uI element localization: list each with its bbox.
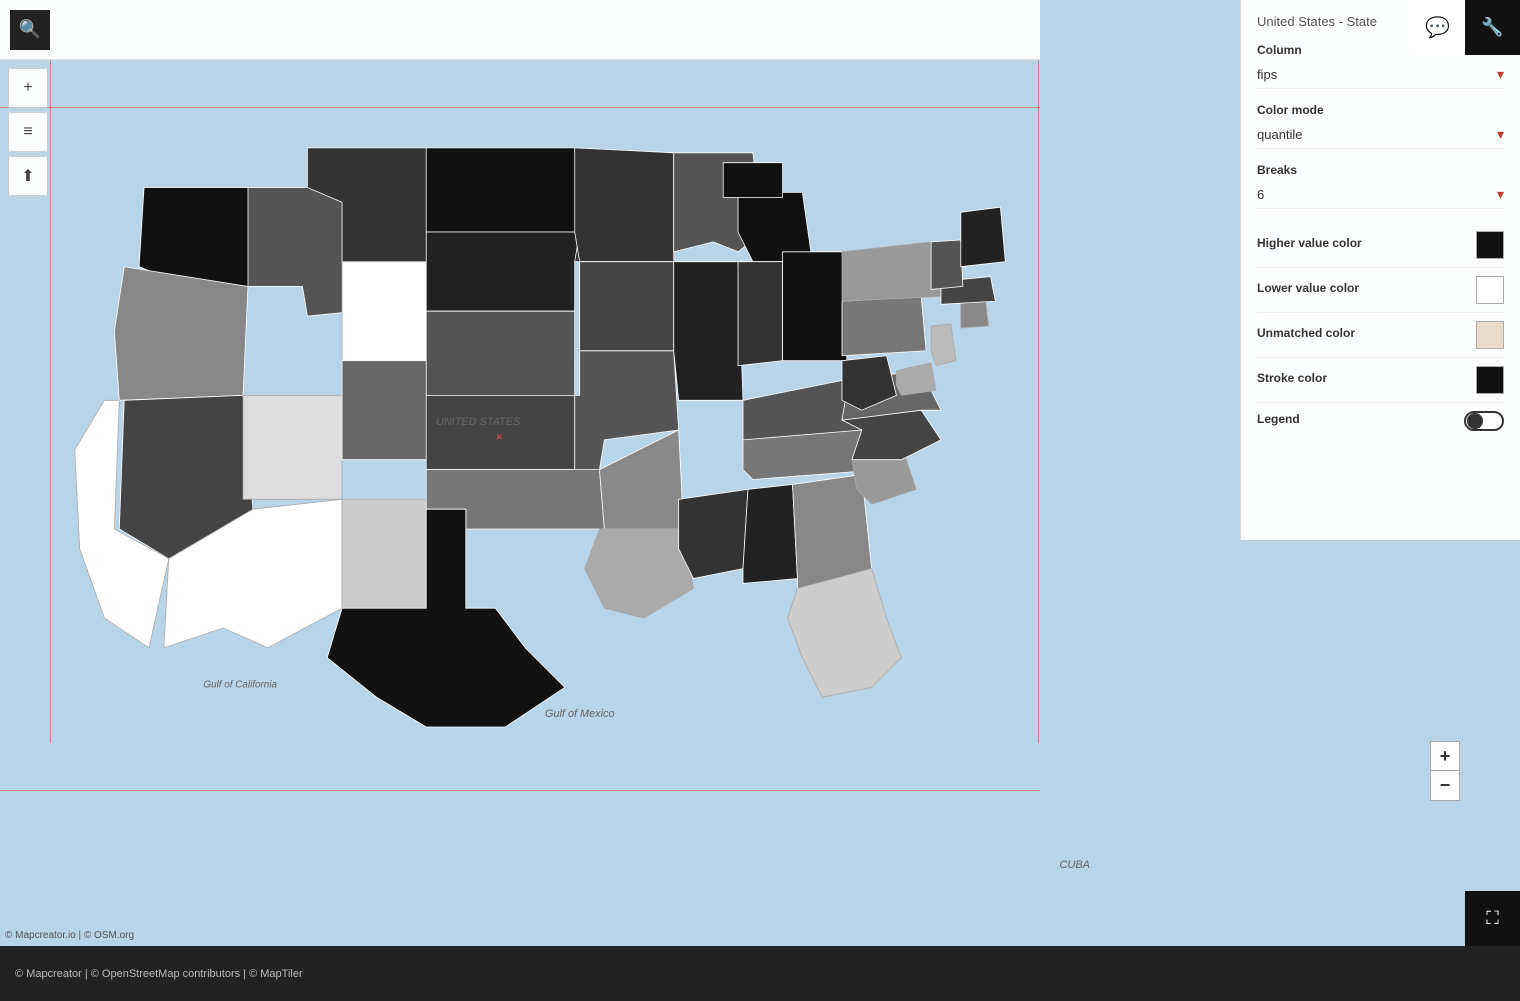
bottom-right-icon: ⛶ (1486, 908, 1499, 929)
left-toolbar: + ≡ ⬆ (0, 60, 55, 204)
legend-label: Legend (1257, 412, 1300, 426)
breaks-value: 6 (1257, 187, 1264, 202)
plus-icon: + (23, 79, 32, 97)
comment-button[interactable]: 💬 (1410, 0, 1465, 55)
search-button[interactable]: 🔍 (10, 10, 50, 50)
svg-text:✕: ✕ (495, 432, 502, 442)
legend-toggle[interactable] (1464, 411, 1504, 431)
bottom-bar: © Mapcreator | © OpenStreetMap contribut… (0, 946, 1520, 1001)
right-panel: United States - State Column fips ▾ Colo… (1240, 0, 1520, 540)
us-map[interactable]: UNITED STATES ✕ Gulf of California Gulf … (50, 60, 1040, 800)
legend-row: Legend (1257, 403, 1504, 439)
toggle-knob (1467, 413, 1483, 429)
layers-icon: ≡ (23, 123, 32, 141)
map-attribution: © Mapcreator.io | © OSM.org (5, 930, 134, 941)
map-zoom-out-button[interactable]: − (1430, 771, 1460, 801)
map-zoom-in-button[interactable]: + (1430, 741, 1460, 771)
column-select-row[interactable]: fips ▾ (1257, 61, 1504, 89)
breaks-select-row[interactable]: 6 ▾ (1257, 181, 1504, 209)
lower-value-color-swatch[interactable] (1476, 276, 1504, 304)
top-toolbar: 🔍 (0, 0, 1040, 60)
unmatched-color-swatch[interactable] (1476, 321, 1504, 349)
map-zoom-controls: + − (1430, 741, 1460, 801)
stroke-color-label: Stroke color (1257, 371, 1327, 385)
map-container: 🔍 + ≡ ⬆ (0, 0, 1520, 1001)
lower-value-color-label: Lower value color (1257, 281, 1359, 295)
svg-text:UNITED STATES: UNITED STATES (436, 416, 521, 428)
column-value: fips (1257, 67, 1277, 82)
column-dropdown-icon: ▾ (1497, 66, 1504, 83)
breaks-dropdown-icon: ▾ (1497, 186, 1504, 203)
higher-value-color-row: Higher value color (1257, 223, 1504, 268)
svg-text:Gulf of Mexico: Gulf of Mexico (545, 708, 615, 720)
bottom-right-button[interactable]: ⛶ (1465, 891, 1520, 946)
stroke-color-row: Stroke color (1257, 358, 1504, 403)
svg-text:Gulf of California: Gulf of California (203, 679, 277, 690)
color-mode-value: quantile (1257, 127, 1303, 142)
comment-icon: 💬 (1425, 15, 1450, 40)
unmatched-color-row: Unmatched color (1257, 313, 1504, 358)
search-icon: 🔍 (19, 19, 41, 40)
breaks-field: Breaks 6 ▾ (1257, 163, 1504, 209)
settings-icon: 🔧 (1481, 17, 1503, 38)
color-mode-select-row[interactable]: quantile ▾ (1257, 121, 1504, 149)
upload-icon: ⬆ (21, 166, 34, 186)
bottom-attribution-text: © Mapcreator | © OpenStreetMap contribut… (15, 968, 303, 980)
breaks-label: Breaks (1257, 163, 1504, 177)
higher-value-color-swatch[interactable] (1476, 231, 1504, 259)
unmatched-color-label: Unmatched color (1257, 326, 1355, 340)
zoom-in-button[interactable]: + (8, 68, 48, 108)
stroke-color-swatch[interactable] (1476, 366, 1504, 394)
layers-button[interactable]: ≡ (8, 112, 48, 152)
lower-value-color-row: Lower value color (1257, 268, 1504, 313)
cuba-label: CUBA (1059, 859, 1090, 871)
color-mode-label: Color mode (1257, 103, 1504, 117)
color-mode-field: Color mode quantile ▾ (1257, 103, 1504, 149)
settings-button[interactable]: 🔧 (1465, 0, 1520, 55)
color-mode-dropdown-icon: ▾ (1497, 126, 1504, 143)
upload-button[interactable]: ⬆ (8, 156, 48, 196)
higher-value-color-label: Higher value color (1257, 236, 1362, 250)
